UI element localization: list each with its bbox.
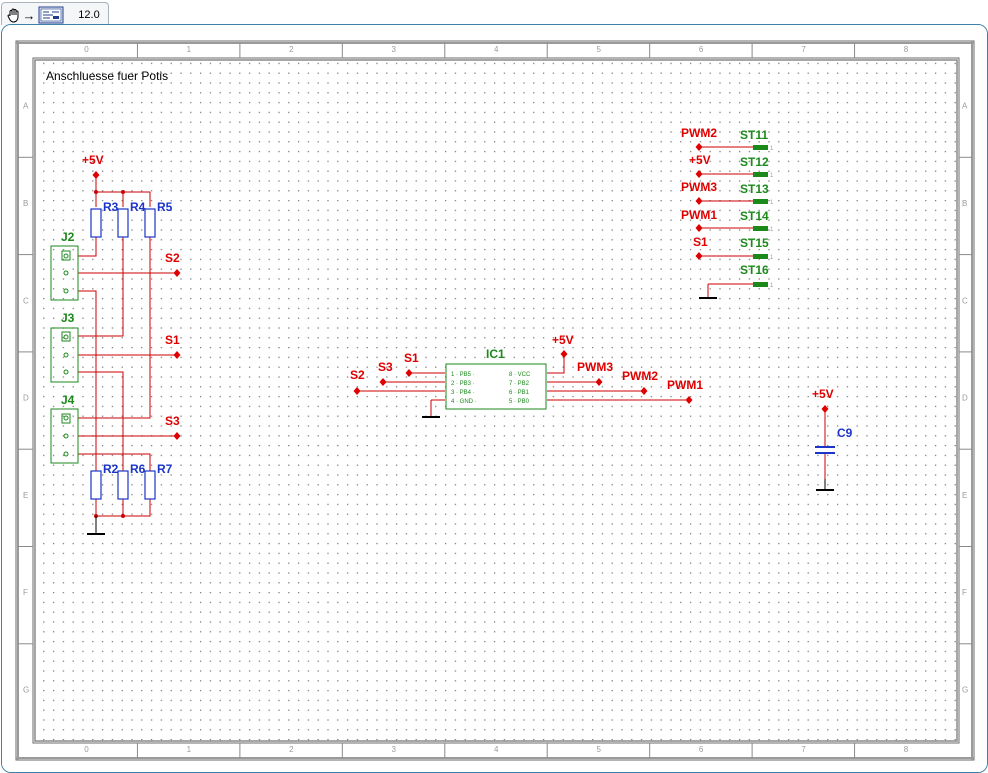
net-label: +5V	[82, 153, 104, 167]
connector-label: J3	[61, 311, 75, 325]
border-column-index: 3	[392, 745, 397, 754]
ic1-symbol: 1 · PB5 · 2 · PB3 · 3 · PB4 · 4 · GND · …	[445, 363, 547, 410]
ic-pin-right: 5 · PB0	[509, 399, 530, 405]
terminal-label: ST16	[740, 263, 769, 277]
arrow-right-icon: →	[22, 7, 36, 23]
terminal-label: ST12	[740, 155, 769, 169]
ic-pin-left: 2 · PB3 ·	[451, 381, 475, 387]
border-row-index: A	[962, 102, 968, 111]
resistor-label: R2	[103, 462, 119, 476]
resistor-R4-icon	[117, 208, 129, 238]
resistor-R2-icon	[90, 470, 102, 500]
capacitor-label: C9	[837, 426, 853, 440]
resistor-R7-icon	[144, 470, 156, 500]
border-column-index: 7	[801, 45, 806, 54]
zoom-level-value[interactable]: 12.0	[72, 6, 106, 24]
hand-pan-icon[interactable]	[5, 6, 23, 24]
border-row-index: D	[962, 394, 968, 403]
terminal-label: ST13	[740, 182, 769, 196]
border-row-index: F	[23, 588, 28, 597]
border-column-index: 1	[187, 45, 192, 54]
resistor-label: R6	[130, 462, 146, 476]
border-column-index: 4	[494, 45, 499, 54]
terminal-label: ST15	[740, 236, 769, 250]
schematic-canvas[interactable]: 0 0 1 1 2 2 3 3 4 4 5 5 6 6 7 7 8 8 A A B B C C D D E E F F G G Anschlu…	[1, 24, 988, 773]
border-row-index: B	[23, 199, 28, 208]
resistor-R3-icon	[90, 208, 102, 238]
resistor-label: R7	[157, 462, 173, 476]
border-row-index: A	[23, 102, 29, 111]
net-label: S3	[378, 360, 393, 374]
resistor-label: R5	[157, 200, 173, 214]
net-label: S3	[165, 414, 180, 428]
connector-label: J2	[61, 230, 75, 244]
border-column-index: 0	[84, 745, 89, 754]
border-column-index: 2	[289, 745, 294, 754]
border-column-index: 0	[84, 45, 89, 54]
toolbar: → 12.0	[0, 0, 988, 26]
border-column-index: 8	[904, 45, 909, 54]
resistor-R6-icon	[117, 470, 129, 500]
border-column-index: 7	[801, 745, 806, 754]
border-row-index: B	[962, 199, 967, 208]
sheet-title: Anschluesse fuer Potis	[46, 69, 168, 83]
net-label: PWM3	[681, 180, 717, 194]
net-label: S1	[165, 333, 180, 347]
toolbar-tab: → 12.0	[1, 2, 109, 25]
border-column-index: 5	[596, 45, 601, 54]
border-column-index: 6	[699, 45, 704, 54]
net-label: +5V	[689, 153, 711, 167]
ic-pin-right: 7 · PB2	[509, 381, 530, 387]
border-row-index: C	[962, 296, 968, 305]
border-column-index: 1	[187, 745, 192, 754]
net-label: PWM3	[577, 360, 613, 374]
border-column-index: 6	[699, 745, 704, 754]
border-column-index: 8	[904, 745, 909, 754]
border-row-index: G	[962, 685, 968, 694]
net-label: +5V	[552, 333, 574, 347]
net-label: PWM2	[681, 126, 717, 140]
net-label: PWM2	[622, 369, 658, 383]
border-column-index: 5	[596, 745, 601, 754]
terminal-label: ST11	[740, 128, 768, 142]
resistor-label: R4	[130, 200, 146, 214]
border-column-index: 3	[392, 45, 397, 54]
ic-label: IC1	[486, 347, 505, 361]
net-label: S2	[350, 368, 365, 382]
ic-pin-left: 3 · PB4 ·	[451, 390, 475, 396]
border-column-index: 2	[289, 45, 294, 54]
border-row-index: G	[23, 685, 29, 694]
net-label: PWM1	[681, 208, 717, 222]
resistor-R5-icon	[144, 208, 156, 238]
border-column-index: 4	[494, 745, 499, 754]
border-row-index: E	[23, 491, 28, 500]
ic-pin-right: 6 · PB1	[509, 390, 530, 396]
net-label: S1	[404, 351, 419, 365]
net-label: +5V	[812, 387, 834, 401]
schematic-sheet-icon[interactable]	[36, 6, 66, 24]
net-label: S2	[165, 251, 180, 265]
ic-pin-right: 8 · VCC	[509, 372, 531, 378]
terminal-label: ST14	[740, 209, 769, 223]
border-row-index: C	[23, 296, 29, 305]
border-row-index: F	[962, 588, 967, 597]
schematic-svg: 0 0 1 1 2 2 3 3 4 4 5 5 6 6 7 7 8 8 A A B B C C D D E E F F G G Anschlu…	[2, 25, 987, 772]
ic-pin-left: 1 · PB5 ·	[451, 372, 475, 378]
border-row-index: D	[23, 394, 29, 403]
resistor-label: R3	[103, 200, 119, 214]
net-label: S1	[693, 235, 708, 249]
connector-label: J4	[61, 393, 75, 407]
net-label: PWM1	[667, 378, 703, 392]
ic-pin-left: 4 · GND ·	[451, 399, 477, 405]
border-row-index: E	[962, 491, 967, 500]
